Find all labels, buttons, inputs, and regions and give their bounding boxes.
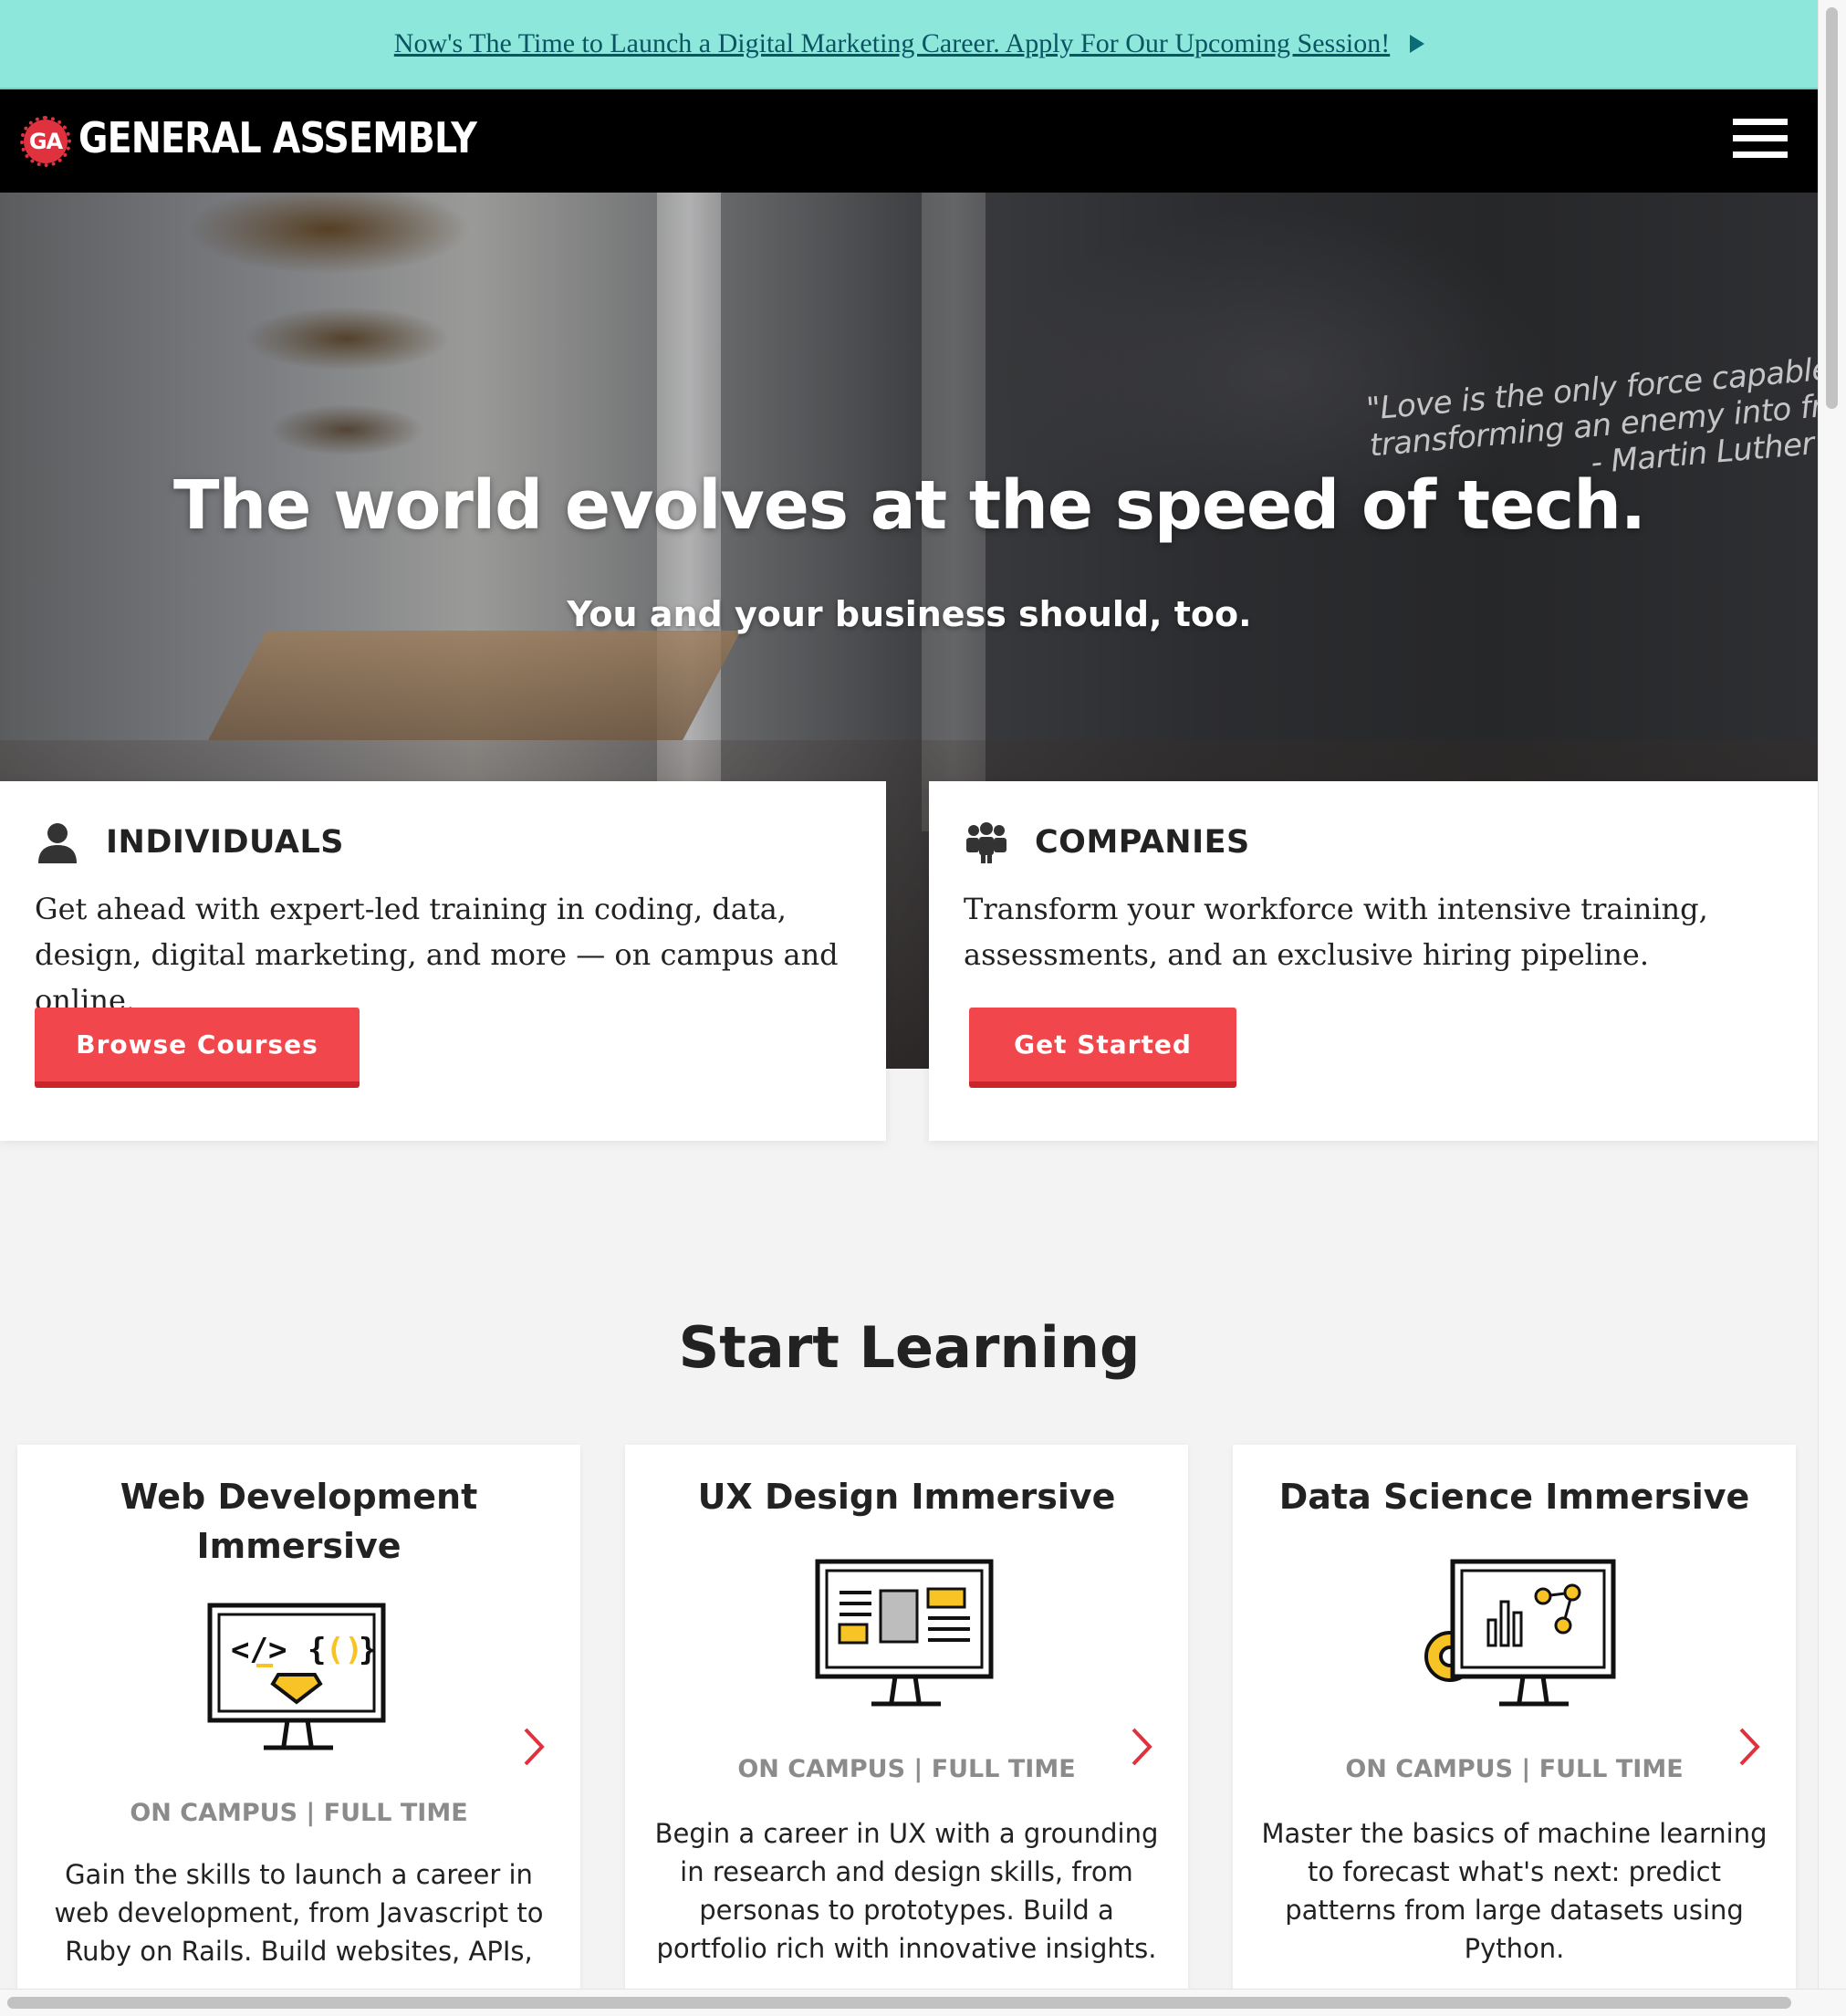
chevron-right-icon[interactable] (522, 1726, 546, 1768)
top-nav: GA GENERAL ASSEMBLY (0, 89, 1819, 193)
ga-logo-icon[interactable]: GA (20, 116, 71, 167)
course-title[interactable]: Web Development Immersive (45, 1472, 553, 1571)
course-meta: ON CAMPUS | FULL TIME (737, 1755, 1076, 1783)
companies-heading: COMPANIES (1035, 824, 1250, 861)
course-meta: ON CAMPUS | FULL TIME (1345, 1755, 1684, 1783)
browse-courses-button[interactable]: Browse Courses (35, 1008, 360, 1088)
wireframe-monitor-icon (815, 1559, 994, 1707)
hamburger-line (1733, 119, 1788, 125)
svg-text:}: } (359, 1632, 377, 1668)
course-description: Gain the skills to launch a career in we… (54, 1859, 544, 1967)
course-card-ux-design[interactable]: UX Design Immersive ON CAMPUS | FULL TIM… (625, 1445, 1188, 1992)
individuals-heading: INDIVIDUALS (106, 824, 344, 861)
vertical-scrollbar[interactable] (1818, 0, 1846, 1990)
svg-text:(): () (326, 1632, 363, 1668)
announcement-link[interactable]: Now's The Time to Launch a Digital Marke… (394, 28, 1390, 59)
course-card-data-science[interactable]: Data Science Immersive ON CAMPUS | FULL … (1233, 1445, 1796, 1992)
get-started-button[interactable]: Get Started (969, 1008, 1236, 1088)
individuals-body: Get ahead with expert-led training in co… (35, 892, 839, 1018)
individuals-header: INDIVIDUALS (35, 820, 344, 865)
companies-body: Transform your workforce with intensive … (964, 892, 1708, 972)
hero-table (208, 631, 741, 740)
svg-text:{: { (308, 1632, 326, 1668)
course-title[interactable]: Data Science Immersive (1260, 1472, 1768, 1521)
companies-header: COMPANIES (964, 820, 1250, 865)
course-card-web-development[interactable]: Web Development Immersive </> { () } ON … (17, 1445, 580, 1992)
course-title[interactable]: UX Design Immersive (652, 1472, 1161, 1521)
vertical-scrollbar-thumb[interactable] (1826, 7, 1838, 409)
team-icon (966, 822, 1006, 863)
hamburger-line (1733, 135, 1788, 141)
svg-text:</>: </> (231, 1632, 287, 1668)
start-learning-title: Start Learning (678, 1314, 1141, 1381)
horizontal-scrollbar-thumb[interactable] (7, 1997, 1791, 2009)
course-description: Begin a career in UX with a grounding in… (654, 1818, 1159, 1964)
individuals-card: INDIVIDUALS Get ahead with expert-led tr… (0, 781, 886, 1141)
play-arrow-icon[interactable] (1410, 35, 1425, 53)
announcement-bar: Now's The Time to Launch a Digital Marke… (0, 0, 1819, 89)
hero-subtitle: You and your business should, too. (567, 594, 1252, 634)
course-description: Master the basics of machine learning to… (1261, 1818, 1768, 1964)
data-monitor-icon (1424, 1559, 1616, 1707)
companies-card: COMPANIES Transform your workforce with … (929, 781, 1819, 1141)
hamburger-menu-icon[interactable] (1733, 119, 1788, 162)
hamburger-line (1733, 151, 1788, 158)
person-icon (38, 823, 77, 863)
course-meta: ON CAMPUS | FULL TIME (130, 1799, 468, 1827)
code-monitor-icon: </> { () } (207, 1603, 386, 1750)
hero-title: The world evolves at the speed of tech. (173, 466, 1646, 545)
horizontal-scrollbar[interactable] (0, 1989, 1846, 2016)
logo-wordmark[interactable]: GENERAL ASSEMBLY (78, 113, 477, 162)
